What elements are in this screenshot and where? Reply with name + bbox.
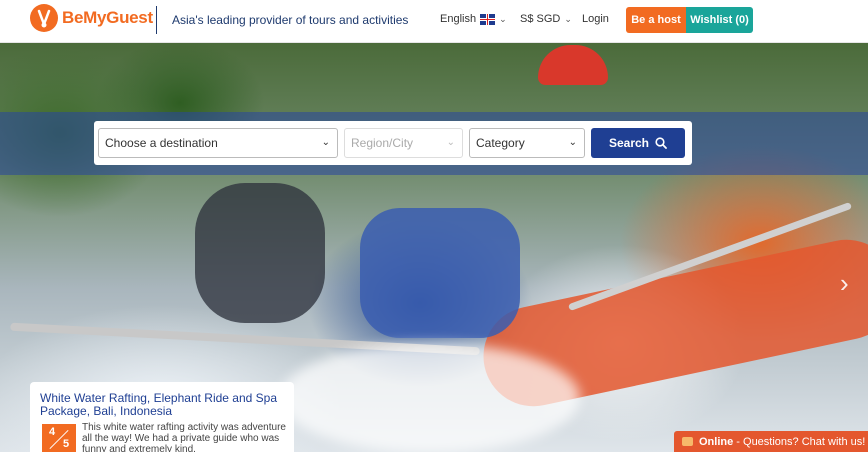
top-header: BeMyGuest Asia's leading provider of tou…: [0, 0, 868, 43]
chevron-down-icon: ⌄: [446, 137, 455, 148]
chat-label: - Questions? Chat with us!: [733, 435, 866, 448]
rafter-center: [360, 208, 520, 338]
language-label: English: [440, 13, 477, 25]
brand-logo[interactable]: BeMyGuest: [30, 4, 153, 32]
header-divider: [156, 6, 157, 34]
be-a-host-button[interactable]: Be a host: [626, 7, 686, 33]
search-button[interactable]: Search: [591, 128, 685, 158]
chevron-down-icon: ⌄: [564, 13, 572, 24]
rating-badge: 4 5: [42, 424, 76, 452]
wishlist-button[interactable]: Wishlist (0): [686, 7, 753, 33]
destination-placeholder: Choose a destination: [105, 136, 218, 150]
review-text: This white water rafting activity was ad…: [82, 422, 286, 452]
chat-text: Online - Questions? Chat with us!: [699, 436, 865, 448]
rating-value: 4: [49, 426, 56, 438]
search-icon: [655, 137, 667, 149]
search-form: Choose a destination ⌄ Region/City ⌄ Cat…: [94, 121, 692, 165]
chevron-right-icon[interactable]: ›: [840, 268, 849, 299]
region-select[interactable]: Region/City ⌄: [344, 128, 463, 158]
chevron-down-icon: ⌄: [499, 13, 507, 24]
category-select[interactable]: Category ⌄: [469, 128, 585, 158]
review-card[interactable]: White Water Rafting, Elephant Ride and S…: [30, 382, 294, 452]
rating-max: 5: [63, 438, 70, 450]
red-helmet: [538, 45, 608, 85]
chevron-down-icon: ⌄: [321, 137, 330, 148]
tagline: Asia's leading provider of tours and act…: [172, 13, 409, 27]
chat-widget[interactable]: Online - Questions? Chat with us!: [674, 431, 868, 452]
currency-label: S$ SGD: [520, 13, 561, 25]
chat-bubble-icon: [682, 437, 693, 446]
water-spray: [280, 343, 580, 452]
brand-name: BeMyGuest: [62, 8, 153, 27]
uk-flag-icon: [480, 13, 496, 25]
review-title: White Water Rafting, Elephant Ride and S…: [40, 391, 278, 418]
language-selector[interactable]: English ⌄: [440, 13, 507, 25]
chevron-down-icon: ⌄: [568, 137, 577, 148]
category-placeholder: Category: [476, 136, 525, 150]
login-link[interactable]: Login: [582, 13, 609, 25]
currency-selector[interactable]: S$ SGD ⌄: [520, 13, 572, 25]
search-button-label: Search: [608, 136, 650, 150]
rafter-left: [195, 183, 325, 323]
hands-logo-icon: [30, 4, 58, 32]
destination-select[interactable]: Choose a destination ⌄: [98, 128, 338, 158]
region-placeholder: Region/City: [351, 136, 414, 150]
chat-status: Online: [699, 435, 734, 448]
